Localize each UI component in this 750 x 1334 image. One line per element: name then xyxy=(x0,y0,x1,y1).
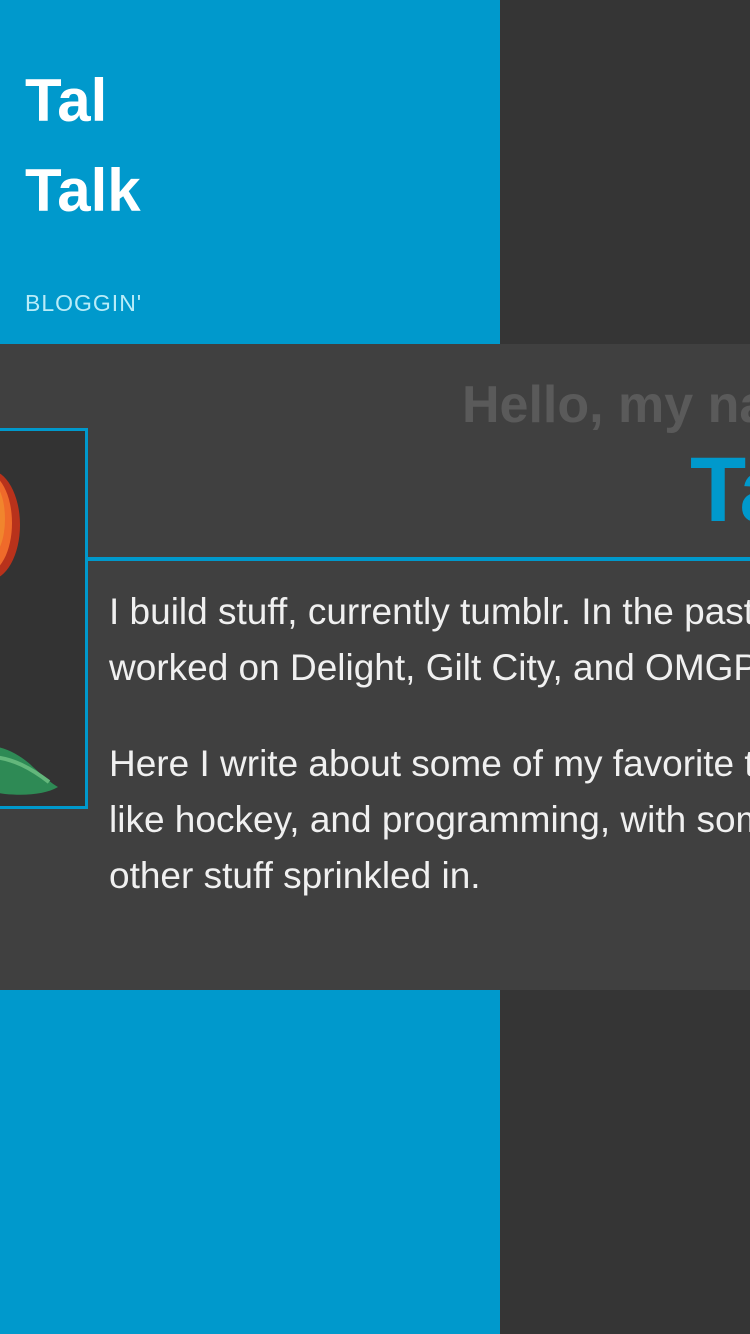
avatar-photo-icon xyxy=(0,431,85,806)
avatar xyxy=(0,428,88,809)
bio-paragraph: Here I write about some of my favorite t… xyxy=(109,743,750,896)
name-heading: Tal xyxy=(690,439,750,541)
bio-paragraph: I build stuff, currently tumblr. In the … xyxy=(109,591,750,688)
greeting-heading: Hello, my name is xyxy=(462,376,750,434)
site-title-link[interactable]: Tal Talk xyxy=(25,56,225,236)
about-panel: Hello, my name is Tal I build stuff, cur… xyxy=(0,344,750,990)
nav-item-bloggin[interactable]: Bloggin' xyxy=(25,290,142,317)
divider-line xyxy=(86,557,750,561)
bio: I build stuff, currently tumblr. In the … xyxy=(109,584,750,904)
